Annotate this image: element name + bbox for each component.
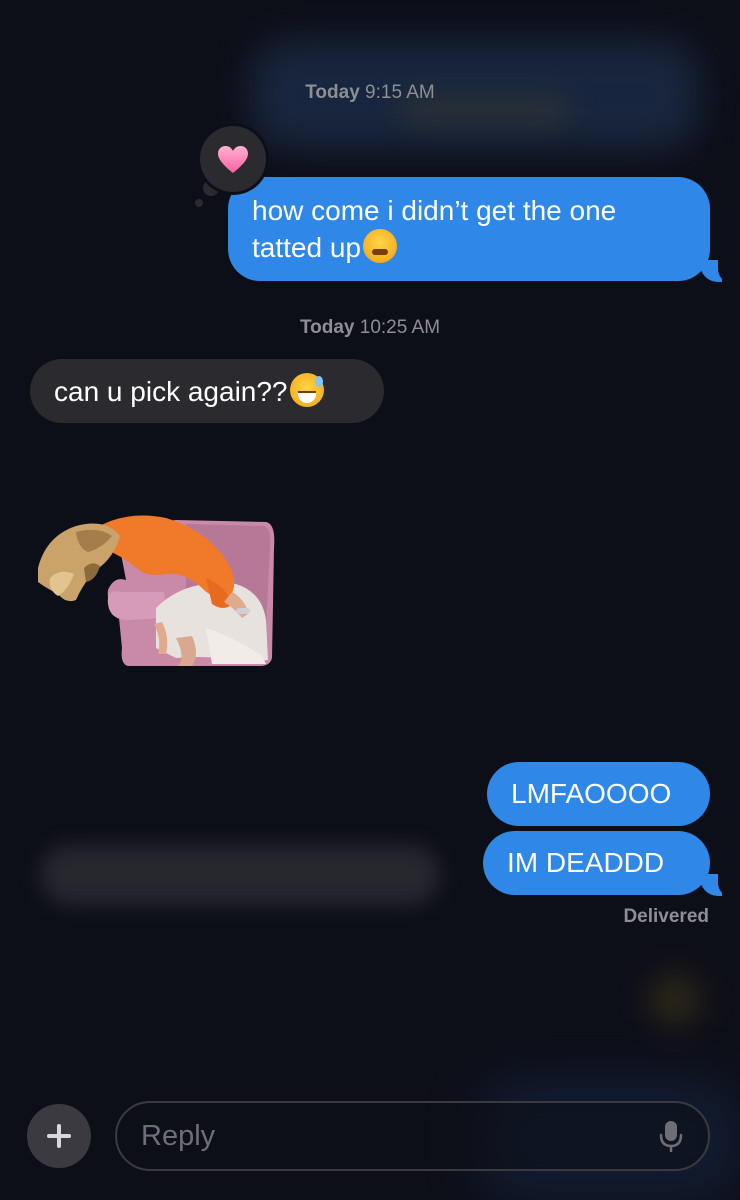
message-text: LMFAOOOO bbox=[511, 778, 672, 809]
bubble-tail bbox=[700, 873, 732, 897]
bubble-tail bbox=[700, 259, 732, 283]
tapback-reaction[interactable] bbox=[200, 126, 266, 192]
delivery-status: Delivered bbox=[623, 906, 709, 927]
outgoing-message-bubble[interactable]: LMFAOOOO bbox=[487, 762, 710, 826]
sticker-image[interactable] bbox=[36, 508, 280, 668]
timestamp: Today 9:15 AM bbox=[0, 82, 740, 104]
tapback-tail bbox=[195, 199, 203, 207]
heart-icon bbox=[218, 146, 248, 173]
microphone-icon[interactable] bbox=[658, 1119, 684, 1155]
incoming-message-bubble[interactable]: can u pick again?? bbox=[30, 359, 384, 423]
face-with-steam-from-nose-icon bbox=[362, 229, 397, 263]
message-text: IM DEADDD bbox=[507, 847, 665, 878]
timestamp-day: Today bbox=[305, 82, 360, 103]
blurred-region bbox=[650, 975, 700, 1025]
timestamp-time: 10:25 AM bbox=[359, 317, 441, 338]
message-text: can u pick again?? bbox=[54, 376, 288, 407]
plus-icon bbox=[47, 1124, 71, 1148]
message-input-placeholder: Reply bbox=[141, 1120, 216, 1152]
outgoing-message-bubble[interactable]: IM DEADDD bbox=[483, 831, 710, 895]
message-text: how come i didn’t get the one tatted up bbox=[252, 195, 617, 263]
messages-screen: Today 9:15 AM how come i didn’t get the … bbox=[0, 0, 740, 1200]
add-attachment-button[interactable] bbox=[27, 1104, 91, 1168]
grinning-face-with-sweat-icon bbox=[289, 373, 324, 407]
timestamp-day: Today bbox=[299, 317, 355, 338]
blurred-message bbox=[40, 845, 440, 905]
timestamp-time: 9:15 AM bbox=[365, 82, 435, 103]
outgoing-message-bubble[interactable]: how come i didn’t get the one tatted up bbox=[228, 177, 710, 281]
message-input[interactable]: Reply bbox=[115, 1101, 710, 1171]
timestamp: Today 10:25 AM bbox=[0, 317, 740, 339]
